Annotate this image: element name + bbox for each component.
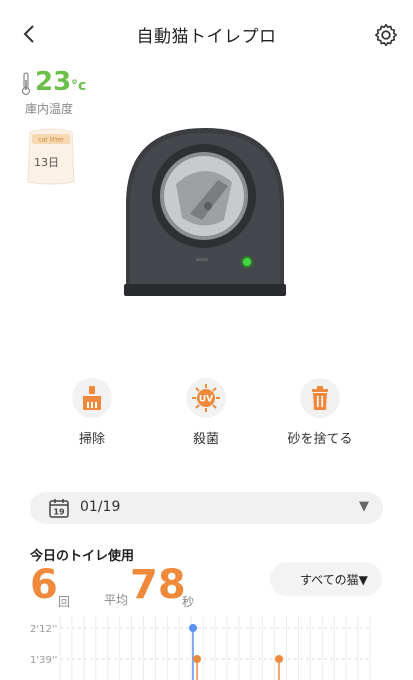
usage-count-unit: 回 xyxy=(58,595,71,609)
sterilize-button[interactable]: UV 殺菌 xyxy=(156,378,256,447)
average-duration-unit: 秒 xyxy=(182,595,195,609)
litter-days: 13日 xyxy=(34,156,59,169)
y-tick-label: 2'12'' xyxy=(30,624,57,635)
litter-brand: cat litter xyxy=(38,137,64,144)
cat-filter-dropdown[interactable]: すべての猫▼ xyxy=(270,562,382,596)
selected-date: 01/19 xyxy=(80,499,121,515)
cat-filter-label: すべての猫▼ xyxy=(300,573,368,587)
data-point xyxy=(275,655,283,663)
clean-label: 掃除 xyxy=(78,432,105,447)
temperature-unit: °c xyxy=(71,78,87,94)
trash-icon xyxy=(300,378,340,418)
chevron-down-icon: ▼ xyxy=(359,499,369,514)
top-bar: 自動猫トイレプロ xyxy=(0,0,413,70)
thermometer-icon xyxy=(21,72,31,96)
usage-chart: 2'12'' 1'39'' xyxy=(30,616,371,680)
average-label: 平均 xyxy=(104,593,129,607)
calendar-day: 19 xyxy=(53,508,65,517)
empty-litter-label: 砂を捨てる xyxy=(287,432,353,447)
usage-count: 6 xyxy=(30,562,58,608)
litter-box-device-image xyxy=(124,128,286,296)
data-point xyxy=(193,655,201,663)
broom-icon xyxy=(72,378,112,418)
date-selector[interactable]: 19 01/19 ▼ xyxy=(30,492,383,524)
y-tick-label: 1'39'' xyxy=(30,655,57,666)
gear-icon[interactable] xyxy=(373,22,399,48)
page-title: 自動猫トイレプロ xyxy=(136,27,277,47)
uv-badge: UV xyxy=(199,395,213,405)
calendar-icon: 19 xyxy=(49,499,69,518)
action-bar: 掃除 UV 殺菌 砂を捨てる xyxy=(0,378,413,458)
data-point xyxy=(189,624,197,632)
empty-litter-button[interactable]: 砂を捨てる xyxy=(270,378,370,447)
sterilize-label: 殺菌 xyxy=(192,432,219,447)
temperature-value: 23 xyxy=(35,67,72,97)
temperature-label: 庫内温度 xyxy=(25,102,74,116)
litter-remaining-card[interactable]: cat litter 13日 xyxy=(22,126,80,188)
average-duration: 78 xyxy=(130,562,186,608)
uv-sterilize-icon: UV xyxy=(186,378,226,418)
clean-button[interactable]: 掃除 xyxy=(42,378,142,447)
